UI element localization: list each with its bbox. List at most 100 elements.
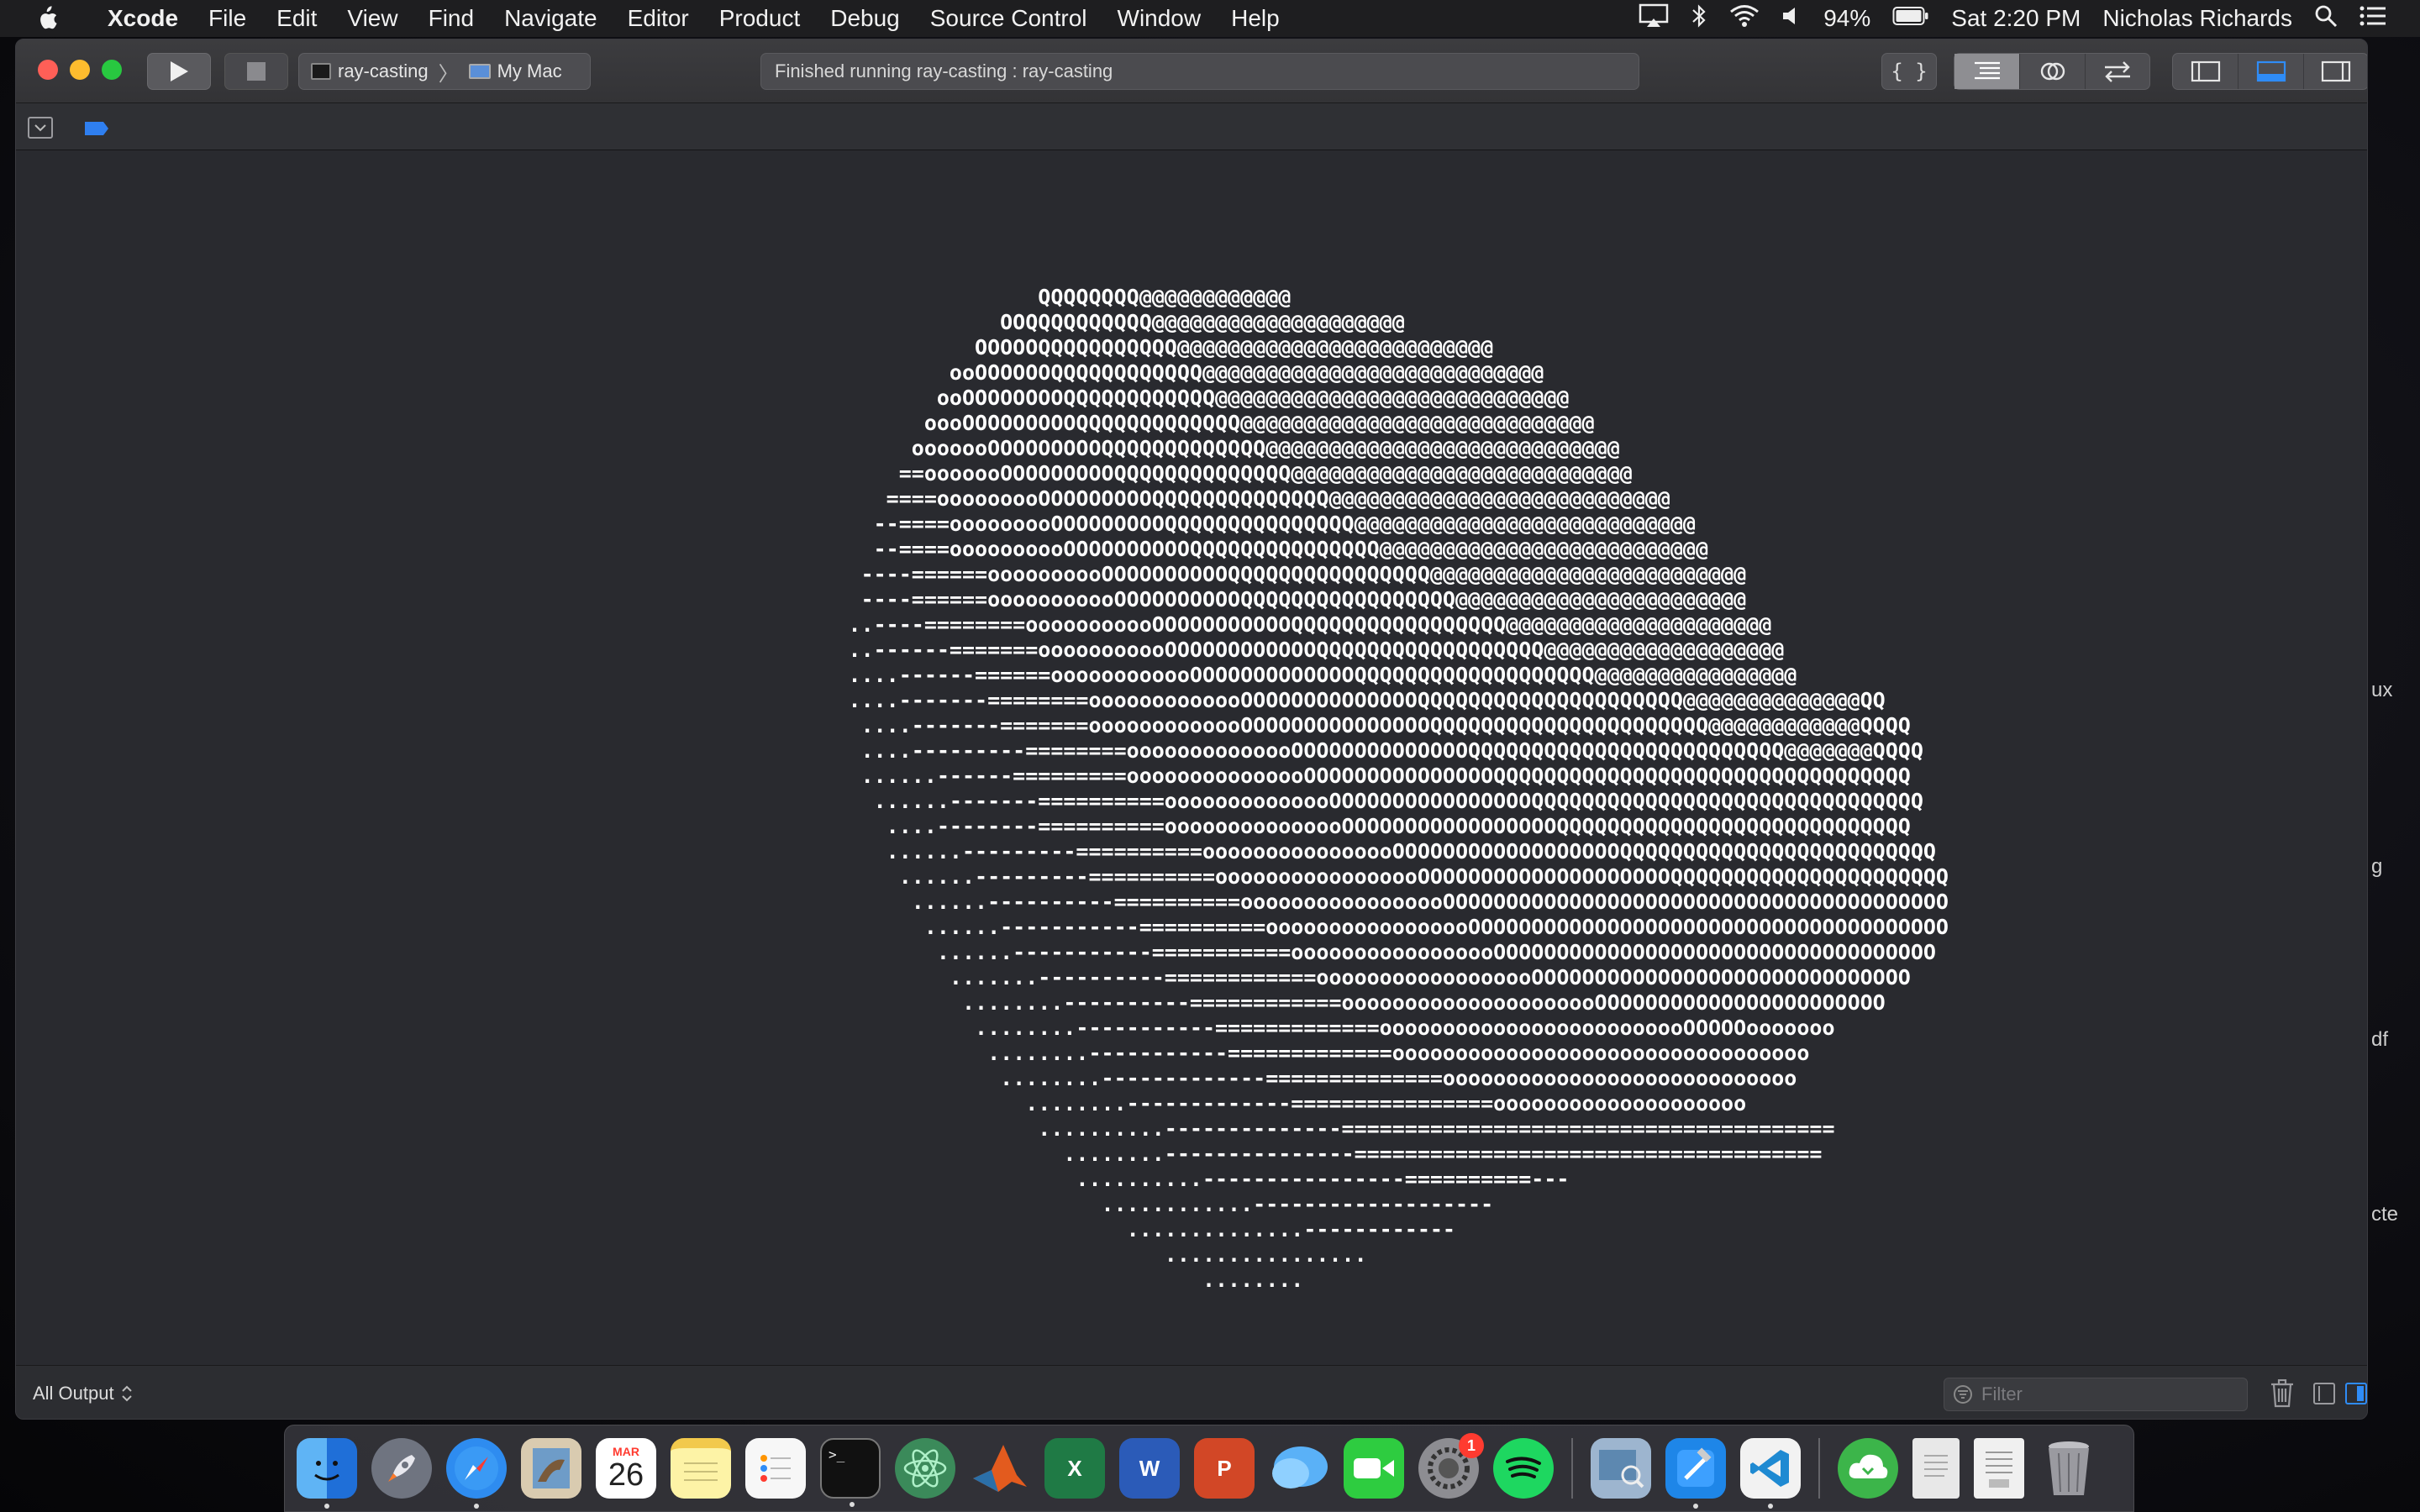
show-variables-view-button[interactable] [2313,1383,2335,1404]
matlab-icon[interactable] [970,1438,1030,1499]
excel-letter: X [1067,1455,1082,1481]
trash-bin-icon[interactable] [2039,1438,2099,1499]
stop-button[interactable] [224,53,288,90]
notification-badge: 1 [1459,1433,1484,1458]
apple-menu-icon[interactable] [0,5,92,32]
menu-file[interactable]: File [193,5,261,32]
calendar-icon[interactable]: MAR 26 [596,1438,656,1499]
menu-clock[interactable]: Sat 2:20 PM [1951,5,2081,32]
calendar-month: MAR [613,1445,639,1458]
right-panel-icon [2321,60,2350,82]
background-window-text: g [2371,855,2383,878]
battery-percentage: 94% [1823,5,1871,31]
terminal-icon[interactable]: >_ [820,1438,881,1507]
editor-mode-control [1954,53,2150,90]
notification-center-icon[interactable] [2360,5,2386,33]
toggle-inspector-button[interactable] [2302,54,2367,89]
reminders-icon[interactable] [745,1438,806,1499]
scheme-selector[interactable]: ray-casting 〉 My Mac [298,53,591,90]
menu-source-control[interactable]: Source Control [915,5,1102,32]
word-icon[interactable]: W [1119,1438,1180,1499]
stop-icon [247,62,266,81]
workspace-layout-control [2172,53,2367,90]
filter-input[interactable] [1981,1383,2233,1405]
menu-help[interactable]: Help [1216,5,1295,32]
scheme-name: ray-casting [338,60,429,81]
system-preferences-icon[interactable]: 1 [1418,1433,1484,1499]
output-selector[interactable]: All Output [33,1383,133,1404]
toggle-debug-area-button[interactable] [2238,54,2302,89]
preview-eagle-icon[interactable] [521,1438,581,1499]
window-toolbar: ray-casting 〉 My Mac Finished running ra… [16,39,2367,103]
volume-icon[interactable] [1781,5,1802,33]
filter-field[interactable] [1944,1378,2248,1411]
window-minimize-button[interactable] [70,60,90,80]
preview-icon[interactable] [1591,1438,1651,1499]
spotify-icon[interactable] [1493,1438,1554,1499]
dock-separator [1818,1438,1820,1499]
activity-viewer: Finished running ray-casting : ray-casti… [760,53,1639,90]
trash-icon [2271,1378,2293,1408]
spotlight-search-icon[interactable] [2314,4,2338,34]
menu-editor[interactable]: Editor [613,5,704,32]
clear-console-button[interactable] [2270,1378,2295,1412]
bluetooth-icon[interactable] [1691,3,1707,34]
wifi-icon[interactable] [1729,4,1760,34]
menu-view[interactable]: View [332,5,413,32]
messages-icon[interactable] [1269,1438,1329,1499]
document-icon[interactable] [1912,1438,1960,1499]
menu-app-name[interactable]: Xcode [92,5,193,32]
breakpoints-toggle-button[interactable] [83,120,110,141]
version-editor-button[interactable] [2084,54,2149,89]
finder-icon[interactable] [297,1438,357,1509]
left-panel-icon [2191,60,2220,82]
excel-icon[interactable]: X [1044,1438,1105,1499]
show-console-button[interactable] [2345,1383,2367,1404]
toggle-navigator-button[interactable] [2173,54,2238,89]
output-selector-label: All Output [33,1383,114,1404]
assistant-editor-button[interactable] [2019,54,2084,89]
chevron-right-icon: 〉 [438,62,459,86]
xcode-icon[interactable] [1665,1438,1726,1509]
cloud-download-icon[interactable] [1838,1438,1898,1499]
triangle-down-icon [34,124,46,132]
facetime-icon[interactable] [1344,1438,1404,1499]
airplay-icon[interactable] [1639,3,1669,34]
console-bottom-bar: All Output [16,1365,2367,1419]
running-indicator [324,1504,329,1509]
console-output-area[interactable]: QQQQQQQQ@@@@@@@@@@@@ OOQQQQQQQQQQ@@@@@@@… [16,150,2367,1365]
mac-destination-icon [468,64,491,79]
terminal-app-icon [311,63,331,80]
running-indicator [850,1502,855,1507]
menu-product[interactable]: Product [704,5,816,32]
menu-edit[interactable]: Edit [261,5,332,32]
play-icon [171,61,188,81]
powerpoint-icon[interactable]: P [1194,1438,1255,1499]
window-zoom-button[interactable] [102,60,122,80]
up-down-chevron-icon [121,1385,132,1402]
running-indicator [1693,1504,1698,1509]
notes-icon[interactable] [671,1438,731,1499]
activity-status-text: Finished running ray-casting : ray-casti… [775,60,1113,81]
align-lines-icon [1974,61,2000,80]
text-file-icon[interactable] [1974,1438,2024,1499]
code-snippet-library-button[interactable]: { } [1882,54,1936,89]
background-window-text: ux [2371,679,2393,701]
launchpad-icon[interactable] [371,1438,432,1499]
menu-window[interactable]: Window [1102,5,1217,32]
menu-find[interactable]: Find [413,5,489,32]
hide-debug-area-button[interactable] [28,117,53,139]
menu-user-name[interactable]: Nicholas Richards [2102,5,2292,32]
run-button[interactable] [147,53,211,90]
safari-icon[interactable] [446,1438,507,1509]
menu-debug[interactable]: Debug [815,5,915,32]
interlocking-rings-icon [2040,62,2065,81]
debug-bar [16,103,2367,150]
library-button-group: { } [1881,53,1937,90]
atom-icon[interactable] [895,1438,955,1499]
window-close-button[interactable] [38,60,58,80]
battery-icon[interactable] [1892,5,1929,32]
menu-navigate[interactable]: Navigate [489,5,613,32]
vscode-icon[interactable] [1740,1438,1801,1509]
standard-editor-button[interactable] [1954,54,2020,89]
